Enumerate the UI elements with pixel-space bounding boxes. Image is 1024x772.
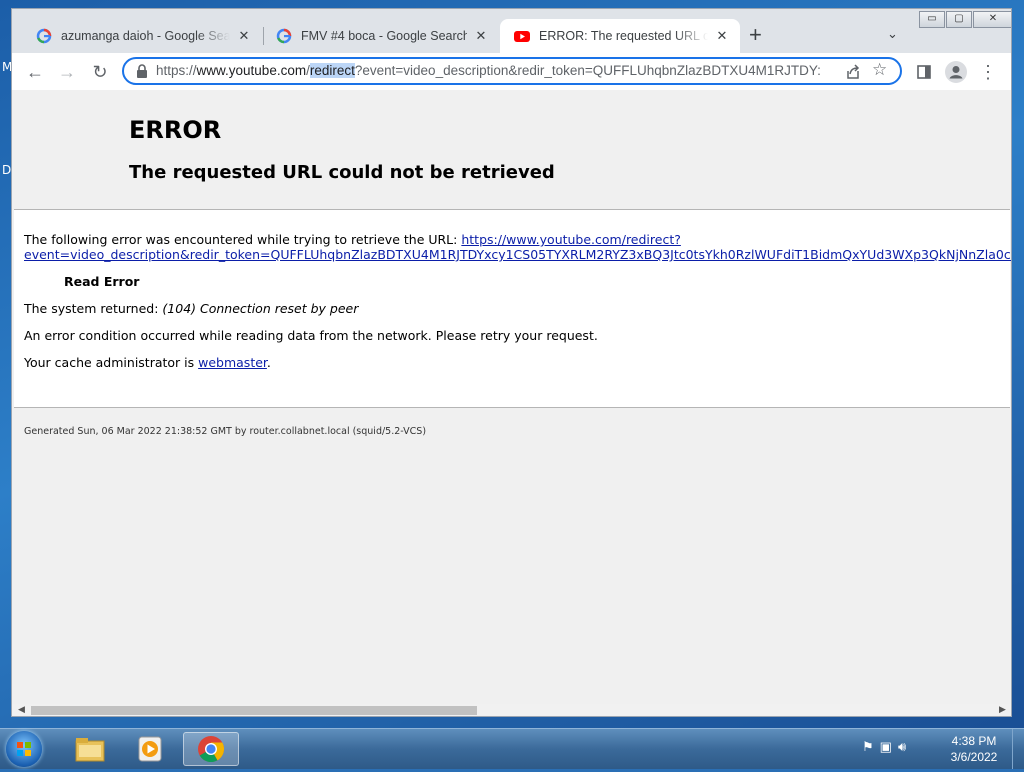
webmaster-link[interactable]: webmaster: [198, 355, 267, 370]
tab-search-chevron-icon[interactable]: ⌄: [887, 26, 898, 42]
back-button[interactable]: ←: [23, 60, 47, 84]
lock-icon[interactable]: [136, 64, 148, 78]
forward-button[interactable]: →: [55, 60, 79, 84]
address-bar[interactable]: https://www.youtube.com/redirect?event=v…: [122, 57, 902, 85]
url-domain: www.youtube.com: [196, 63, 307, 78]
minimize-button[interactable]: ▭: [919, 11, 945, 28]
url-scheme: https://: [156, 63, 197, 78]
url-rest: ?event=video_description&redir_token=QUF…: [354, 63, 821, 78]
footer: Generated Sun, 06 Mar 2022 21:38:52 GMT …: [24, 426, 427, 437]
media-player-icon: [138, 736, 162, 762]
toolbar: ← → ↻ https://www.youtube.com/redirect?e…: [12, 53, 1011, 90]
taskbar-chrome[interactable]: [183, 732, 239, 766]
scroll-left-arrow-icon[interactable]: ◀: [18, 704, 25, 715]
tab-title: FMV #4 boca - Google Search: [301, 29, 467, 43]
share-icon[interactable]: [844, 63, 862, 81]
clock-time: 4:38 PM: [951, 734, 997, 748]
page-title: ERROR: [129, 116, 222, 144]
chrome-icon: [198, 736, 225, 763]
admin-suffix: .: [266, 355, 271, 370]
close-window-button[interactable]: ✕: [973, 11, 1011, 28]
side-panel-icon[interactable]: [917, 65, 931, 79]
admin-prefix: Your cache administrator is: [24, 355, 199, 370]
taskbar: ⚑ ▣ 🔊︎ 4:38 PM 3/6/2022: [0, 728, 1024, 769]
browser-menu-icon[interactable]: ⋮: [976, 60, 1000, 84]
tab-close-icon[interactable]: ✕: [714, 28, 730, 44]
horizontal-scrollbar[interactable]: ◀ ▶: [12, 704, 1011, 716]
system-tray: ⚑ ▣ 🔊︎: [862, 739, 906, 755]
google-g-icon: [36, 28, 52, 44]
browser-window: ▭ ▢ ✕ azumanga daioh - Google Search ✕ F…: [12, 9, 1011, 716]
url-text[interactable]: https://www.youtube.com/redirect?event=v…: [156, 63, 836, 78]
page-subtitle: The requested URL could not be retrieved: [129, 162, 555, 183]
desktop-icon-label-fragment: D: [2, 163, 12, 177]
url-selection: redirect: [309, 63, 355, 78]
volume-icon[interactable]: 🔊︎: [898, 739, 906, 755]
profile-avatar-icon[interactable]: [945, 61, 967, 83]
window-controls: ▭ ▢ ✕: [918, 11, 1011, 28]
error-content: The following error was encountered whil…: [14, 210, 1011, 407]
tab-title: ERROR: The requested URL could not be re…: [539, 29, 708, 43]
windows-logo-icon: [17, 742, 31, 756]
show-desktop-button[interactable]: [1012, 729, 1024, 769]
error-title: Read Error: [64, 274, 140, 289]
scrollbar-thumb[interactable]: [31, 706, 477, 715]
scroll-right-arrow-icon[interactable]: ▶: [999, 704, 1006, 715]
taskbar-explorer[interactable]: [62, 732, 118, 766]
bookmark-star-icon[interactable]: ☆: [872, 60, 887, 80]
divider: [14, 407, 1010, 408]
network-icon[interactable]: ▣: [880, 739, 892, 755]
tab-close-icon[interactable]: ✕: [473, 28, 489, 44]
tab-fmv[interactable]: FMV #4 boca - Google Search ✕: [262, 19, 499, 53]
system-returned-line: The system returned: (104) Connection re…: [24, 301, 358, 316]
admin-line: Your cache administrator is webmaster.: [24, 355, 271, 370]
url-continuation: event=video_description&redir_token=QUFF…: [24, 247, 1011, 262]
youtube-icon: [514, 31, 530, 42]
start-button[interactable]: [6, 731, 42, 767]
google-g-icon: [276, 28, 292, 44]
tab-azumanga[interactable]: azumanga daioh - Google Search ✕: [22, 19, 262, 53]
taskbar-clock[interactable]: 4:38 PM 3/6/2022: [944, 733, 1004, 765]
intro-line: The following error was encountered whil…: [24, 232, 681, 247]
action-center-flag-icon[interactable]: ⚑: [862, 739, 874, 755]
tab-close-icon[interactable]: ✕: [236, 28, 252, 44]
reload-button[interactable]: ↻: [88, 60, 112, 84]
new-tab-button[interactable]: +: [749, 24, 762, 46]
desktop-icon-label-fragment: M: [2, 60, 13, 74]
intro-text: The following error was encountered whil…: [24, 232, 462, 247]
url-link-continuation[interactable]: event=video_description&redir_token=QUFF…: [24, 247, 1011, 262]
clock-date: 3/6/2022: [950, 750, 998, 764]
maximize-button[interactable]: ▢: [946, 11, 972, 28]
error-page: ERROR The requested URL could not be ret…: [12, 90, 1011, 704]
system-returned-value: (104) Connection reset by peer: [162, 301, 359, 316]
tab-title: azumanga daioh - Google Search: [61, 29, 230, 43]
system-returned-label: The system returned:: [24, 301, 163, 316]
tab-error-active[interactable]: ERROR: The requested URL could not be re…: [500, 19, 740, 53]
error-condition: An error condition occurred while readin…: [24, 328, 598, 343]
tab-strip: ▭ ▢ ✕ azumanga daioh - Google Search ✕ F…: [12, 9, 1011, 53]
taskbar-media-player[interactable]: [122, 732, 178, 766]
url-link[interactable]: https://www.youtube.com/redirect?: [461, 232, 681, 247]
windows-explorer-icon: [75, 738, 105, 762]
